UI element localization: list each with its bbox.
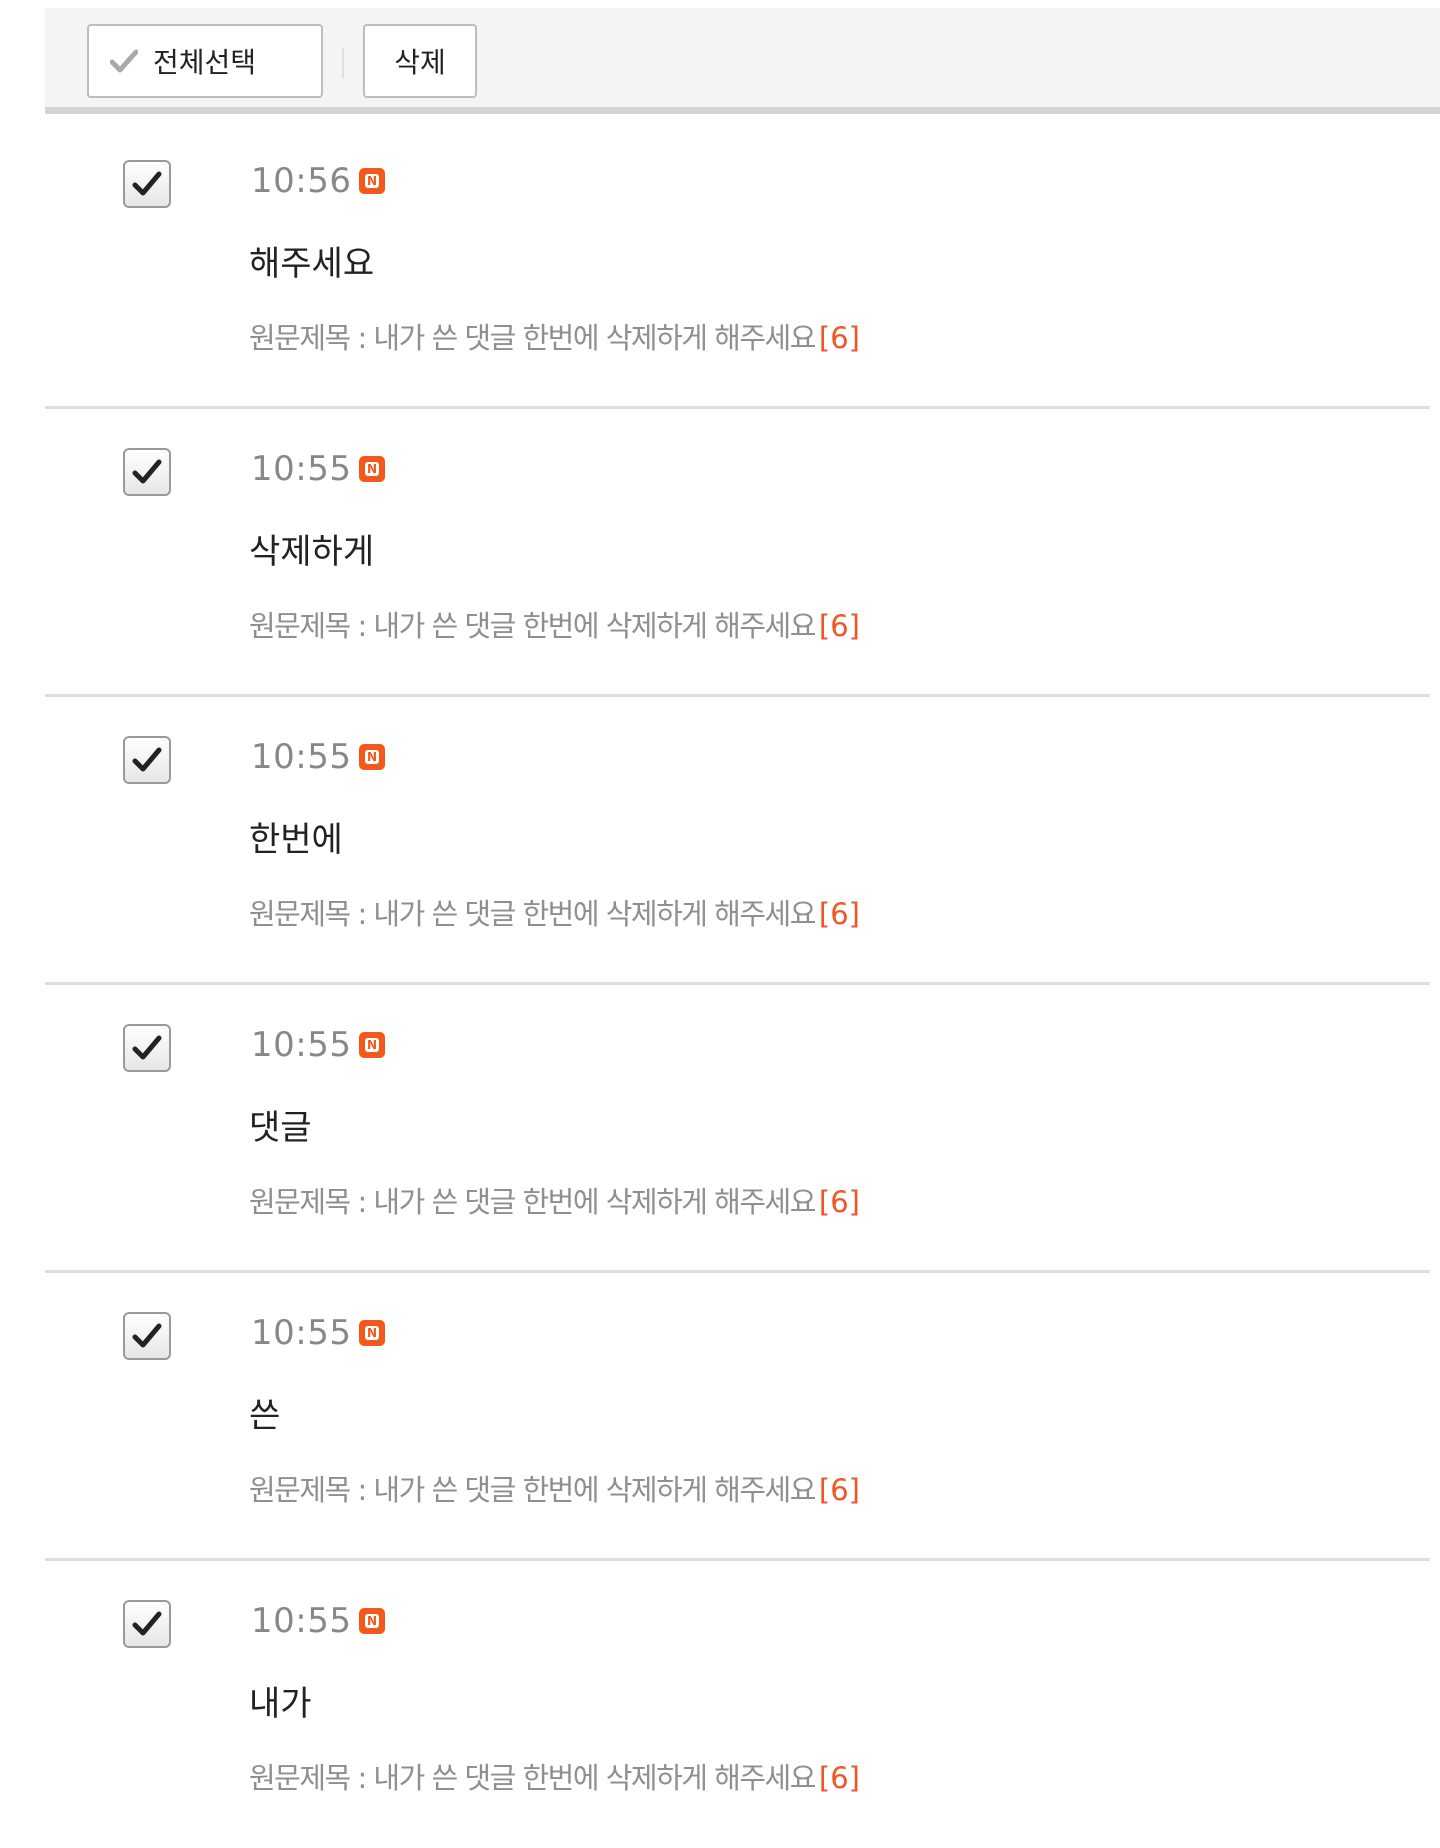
new-badge-icon: N xyxy=(359,744,385,770)
list-item: 10:56 N 해주세요 원문제목 : 내가 쓴 댓글 한번에 삭제하게 해주세… xyxy=(45,121,1430,409)
delete-button[interactable]: 삭제 xyxy=(363,24,477,98)
toolbar-divider xyxy=(342,48,344,78)
delete-label: 삭제 xyxy=(394,46,446,79)
toolbar: 전체선택 삭제 xyxy=(45,8,1440,114)
comment-text[interactable]: 댓글 xyxy=(249,1100,312,1149)
comment-manager-page: 전체선택 삭제 10:56 N 해주세요 원문제목 : 내가 쓴 댓글 한번에 … xyxy=(0,0,1440,1848)
item-checkbox[interactable] xyxy=(123,160,171,208)
checkmark-icon xyxy=(132,747,162,772)
checkmark-icon xyxy=(132,1035,162,1060)
comment-count: [6] xyxy=(818,1473,860,1507)
comment-text[interactable]: 쓴 xyxy=(249,1388,280,1437)
comment-count: [6] xyxy=(818,1185,860,1219)
source-title-link[interactable]: 원문제목 : 내가 쓴 댓글 한번에 삭제하게 해주세요 [6] xyxy=(249,603,860,645)
item-checkbox[interactable] xyxy=(123,1600,171,1648)
checkmark-icon xyxy=(109,46,139,76)
checkmark-icon xyxy=(132,171,162,196)
comment-text[interactable]: 내가 xyxy=(249,1676,312,1725)
item-checkbox[interactable] xyxy=(123,1312,171,1360)
comment-text[interactable]: 해주세요 xyxy=(249,236,374,285)
new-badge-icon: N xyxy=(359,1608,385,1634)
checkmark-icon xyxy=(132,459,162,484)
item-checkbox[interactable] xyxy=(123,736,171,784)
comment-time: 10:55 xyxy=(251,1025,352,1065)
checkmark-icon xyxy=(132,1323,162,1348)
comment-time: 10:55 xyxy=(251,1601,352,1641)
new-badge-icon: N xyxy=(359,1320,385,1346)
source-title-link[interactable]: 원문제목 : 내가 쓴 댓글 한번에 삭제하게 해주세요 [6] xyxy=(249,1467,860,1509)
comment-count: [6] xyxy=(818,1761,860,1795)
new-badge-icon: N xyxy=(359,1032,385,1058)
comment-count: [6] xyxy=(818,609,860,643)
comment-text[interactable]: 한번에 xyxy=(249,812,343,861)
comment-time: 10:55 xyxy=(251,737,352,777)
source-title-link[interactable]: 원문제목 : 내가 쓴 댓글 한번에 삭제하게 해주세요 [6] xyxy=(249,1179,860,1221)
comment-time: 10:55 xyxy=(251,449,352,489)
list-item: 10:55 N 쓴 원문제목 : 내가 쓴 댓글 한번에 삭제하게 해주세요 [6… xyxy=(45,1273,1430,1561)
new-badge-icon: N xyxy=(359,456,385,482)
item-checkbox[interactable] xyxy=(123,1024,171,1072)
select-all-label: 전체선택 xyxy=(153,46,257,79)
comment-count: [6] xyxy=(818,897,860,931)
list-item: 10:55 N 한번에 원문제목 : 내가 쓴 댓글 한번에 삭제하게 해주세요… xyxy=(45,697,1430,985)
source-title-link[interactable]: 원문제목 : 내가 쓴 댓글 한번에 삭제하게 해주세요 [6] xyxy=(249,891,860,933)
comment-time: 10:56 xyxy=(251,161,352,201)
comment-list: 10:56 N 해주세요 원문제목 : 내가 쓴 댓글 한번에 삭제하게 해주세… xyxy=(45,121,1430,1848)
source-title-link[interactable]: 원문제목 : 내가 쓴 댓글 한번에 삭제하게 해주세요 [6] xyxy=(249,1755,860,1797)
comment-count: [6] xyxy=(818,321,860,355)
list-item: 10:55 N 댓글 원문제목 : 내가 쓴 댓글 한번에 삭제하게 해주세요[… xyxy=(45,985,1430,1273)
comment-time: 10:55 xyxy=(251,1313,352,1353)
checkmark-icon xyxy=(132,1611,162,1636)
item-checkbox[interactable] xyxy=(123,448,171,496)
list-item: 10:55 N 삭제하게 원문제목 : 내가 쓴 댓글 한번에 삭제하게 해주세… xyxy=(45,409,1430,697)
select-all-button[interactable]: 전체선택 xyxy=(87,24,323,98)
source-title-link[interactable]: 원문제목 : 내가 쓴 댓글 한번에 삭제하게 해주세요 [6] xyxy=(249,315,860,357)
list-item: 10:55 N 내가 원문제목 : 내가 쓴 댓글 한번에 삭제하게 해주세요[… xyxy=(45,1561,1430,1848)
new-badge-icon: N xyxy=(359,168,385,194)
comment-text[interactable]: 삭제하게 xyxy=(249,524,374,573)
